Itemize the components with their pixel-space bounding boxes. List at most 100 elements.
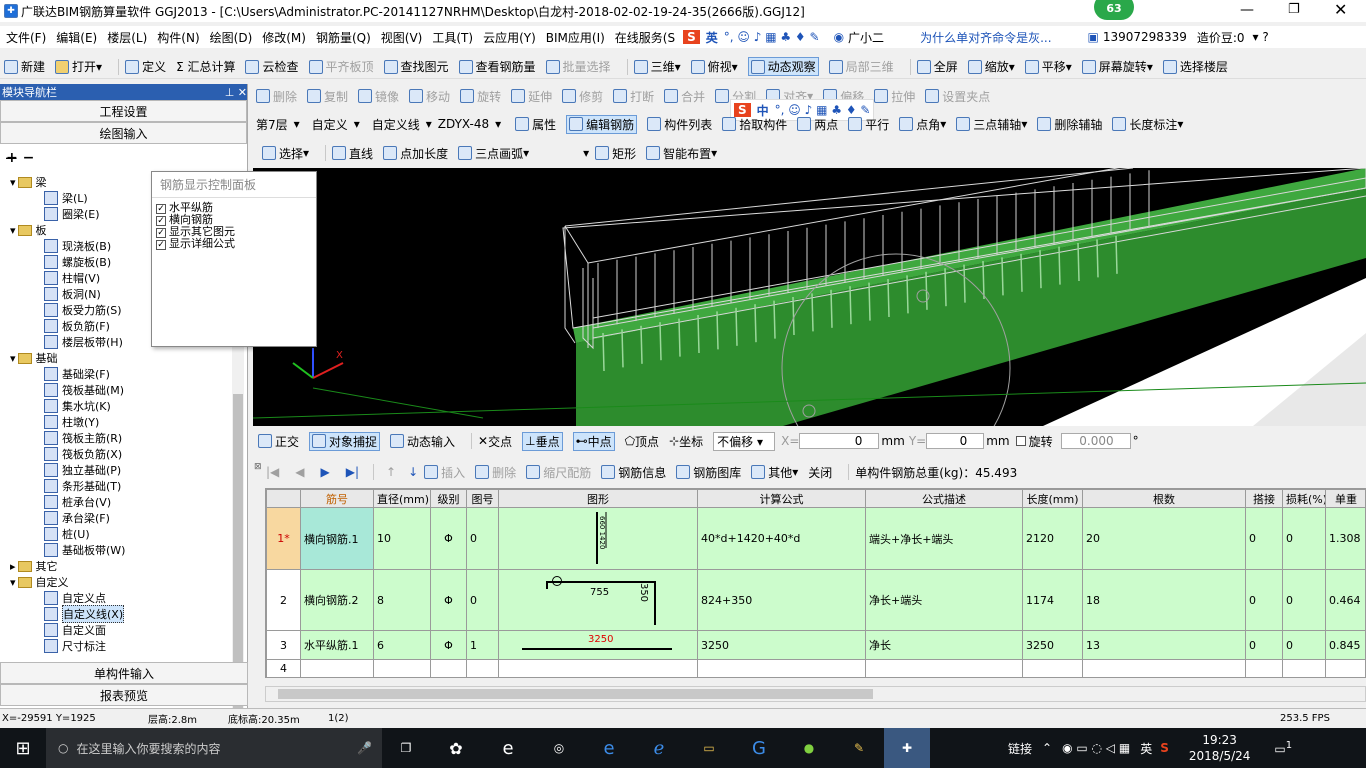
select-floor-button[interactable]: 选择楼层 xyxy=(1162,58,1228,75)
intersection-button[interactable]: ✕ 交点 xyxy=(478,433,512,450)
object-snap-button[interactable]: 对象捕捉 xyxy=(309,431,381,451)
cell-formula-desc[interactable]: 净长+端头 xyxy=(865,569,1023,631)
move-up-icon[interactable]: ↑ xyxy=(386,465,396,479)
clock[interactable]: 19:23 2018/5/24 xyxy=(1189,732,1251,764)
assistant-label[interactable]: 广小二 xyxy=(848,29,884,46)
menu-cloud[interactable]: 云应用(Y) xyxy=(483,29,536,46)
insert-button[interactable]: 插入 xyxy=(424,464,465,481)
cell-unit-weight[interactable]: 0.845 xyxy=(1325,630,1365,660)
row-number[interactable]: 3 xyxy=(266,630,301,660)
tree-item[interactable]: 现浇板(B) xyxy=(44,238,111,254)
row-number[interactable]: 2 xyxy=(266,569,301,631)
cell-shape[interactable]: 3250 xyxy=(498,630,698,660)
menu-view[interactable]: 视图(V) xyxy=(381,29,423,46)
point-angle-button[interactable]: 点角 ▾ xyxy=(899,116,946,133)
notes-icon[interactable]: ✎ xyxy=(834,741,884,755)
option-detailed-formula[interactable]: ✓ 显示详细公式 xyxy=(156,238,312,250)
rotate-button[interactable]: 旋转 xyxy=(460,88,501,105)
cell-loss[interactable] xyxy=(1282,659,1326,677)
col-unit-weight[interactable]: 单重 xyxy=(1325,489,1365,508)
tree-item[interactable]: 柱墩(Y) xyxy=(44,414,99,430)
phone-number[interactable]: 13907298339 xyxy=(1103,30,1187,44)
grid-close-icon[interactable]: ⊠ xyxy=(254,462,262,472)
cell-count[interactable] xyxy=(1082,659,1246,677)
cell-length[interactable]: 2120 xyxy=(1022,507,1083,570)
ie-icon[interactable]: e xyxy=(584,738,634,759)
line-button[interactable]: 直线 xyxy=(332,145,373,162)
cell-fig-no[interactable]: 0 xyxy=(466,569,499,631)
col-lap[interactable]: 搭接 xyxy=(1245,489,1283,508)
tree-item[interactable]: 筏板主筋(R) xyxy=(44,430,122,446)
cell-bar-no[interactable] xyxy=(300,659,374,677)
ime-lang[interactable]: 英 xyxy=(706,29,718,46)
open-button[interactable]: 打开 ▾ xyxy=(55,58,102,75)
col-count[interactable]: 根数 xyxy=(1082,489,1246,508)
menu-rebar[interactable]: 钢筋量(Q) xyxy=(316,29,371,46)
checkbox-icon[interactable]: ✓ xyxy=(156,216,166,226)
cell-formula[interactable]: 40*d+1420+40*d xyxy=(697,507,866,570)
menu-tools[interactable]: 工具(T) xyxy=(432,29,473,46)
help-icon[interactable]: ▾ ? xyxy=(1253,30,1269,44)
cell-count[interactable]: 20 xyxy=(1082,507,1246,570)
vertex-button[interactable]: ⬠ 顶点 xyxy=(625,433,659,450)
rotate-screen-button[interactable]: 屏幕旋转 ▾ xyxy=(1081,58,1153,75)
merge-button[interactable]: 合并 xyxy=(664,88,705,105)
maximize-button[interactable]: ❐ xyxy=(1288,2,1300,17)
cell-lap[interactable]: 0 xyxy=(1245,630,1283,660)
type-select[interactable]: 自定义 xyxy=(312,116,348,133)
delete-axis-button[interactable]: 删除辅轴 xyxy=(1037,116,1102,133)
cell-diameter[interactable]: 10 xyxy=(373,507,431,570)
col-fig-no[interactable]: 图号 xyxy=(466,489,499,508)
cell-diameter[interactable] xyxy=(373,659,431,677)
parallel-button[interactable]: 平行 xyxy=(848,116,889,133)
batch-select-button[interactable]: 批量选择 xyxy=(545,58,611,75)
tree-item[interactable]: 自定义线(X) xyxy=(44,605,125,623)
length-dim-button[interactable]: 长度标注 ▾ xyxy=(1112,116,1183,133)
two-point-button[interactable]: 两点 xyxy=(797,116,838,133)
mic-icon[interactable]: 🎤 xyxy=(357,741,372,755)
tree-item[interactable]: 板受力筋(S) xyxy=(44,302,122,318)
row-number[interactable]: 1* xyxy=(266,507,301,570)
ortho-button[interactable]: 正交 xyxy=(258,433,299,450)
edge-icon[interactable]: e xyxy=(482,738,534,759)
question-link[interactable]: 为什么单对齐命令是灰... xyxy=(920,29,1051,46)
checkbox-icon[interactable]: ✓ xyxy=(156,228,166,238)
cell-formula-desc[interactable]: 端头+净长+端头 xyxy=(865,507,1023,570)
tree-item[interactable]: 尺寸标注 xyxy=(44,638,106,654)
delete-button[interactable]: 删除 xyxy=(256,88,297,105)
menu-component[interactable]: 构件(N) xyxy=(157,29,199,46)
cell-unit-weight[interactable]: 0.464 xyxy=(1325,569,1365,631)
cell-fig-no[interactable] xyxy=(466,659,499,677)
fullscreen-button[interactable]: 全屏 xyxy=(916,58,958,75)
glodon-icon[interactable]: G xyxy=(734,738,784,759)
cell-grade[interactable]: Φ xyxy=(430,630,467,660)
view-rebar-button[interactable]: 查看钢筋量 xyxy=(458,58,536,75)
expand-icon[interactable]: ▾ xyxy=(10,224,16,237)
arc-dropdown[interactable]: ▾ xyxy=(539,146,589,160)
cell-formula-desc[interactable] xyxy=(865,659,1023,677)
scale-rebar-button[interactable]: 缩尺配筋 xyxy=(526,464,591,481)
ie2-icon[interactable]: ℯ xyxy=(634,738,684,759)
notification-badge[interactable]: 63 xyxy=(1094,0,1134,20)
y-input[interactable]: 0 xyxy=(926,433,985,449)
3d-button[interactable]: 三维 ▾ xyxy=(633,58,681,75)
new-button[interactable]: 新建 xyxy=(4,58,45,75)
link-label[interactable]: 链接 xyxy=(1008,740,1032,757)
tree-folder[interactable]: ▾ 自定义 xyxy=(10,574,69,590)
sogou-tray-icon[interactable]: S xyxy=(1160,741,1169,755)
dynamic-observe-button[interactable]: 动态观察 xyxy=(747,57,819,76)
three-point-axis-button[interactable]: 三点辅轴 ▾ xyxy=(956,116,1027,133)
table-row[interactable]: 4 xyxy=(266,659,1365,677)
3d-scene[interactable]: X xyxy=(253,168,1366,426)
find-element-button[interactable]: 查找图元 xyxy=(383,58,449,75)
zoom-button[interactable]: 缩放 ▾ xyxy=(967,58,1015,75)
tree-folder[interactable]: ▾ 基础 xyxy=(10,350,58,366)
floor-select[interactable]: 第7层 xyxy=(256,116,288,133)
expand-icon[interactable]: ▾ xyxy=(10,176,16,189)
menu-file[interactable]: 文件(F) xyxy=(6,29,46,46)
subtype-select[interactable]: 自定义线 xyxy=(372,116,420,133)
rebar-library-button[interactable]: 钢筋图库 xyxy=(676,464,741,481)
minimize-button[interactable]: — xyxy=(1240,2,1254,18)
cell-fig-no[interactable]: 0 xyxy=(466,507,499,570)
tray-chevron-icon[interactable]: ⌃ xyxy=(1042,741,1052,755)
